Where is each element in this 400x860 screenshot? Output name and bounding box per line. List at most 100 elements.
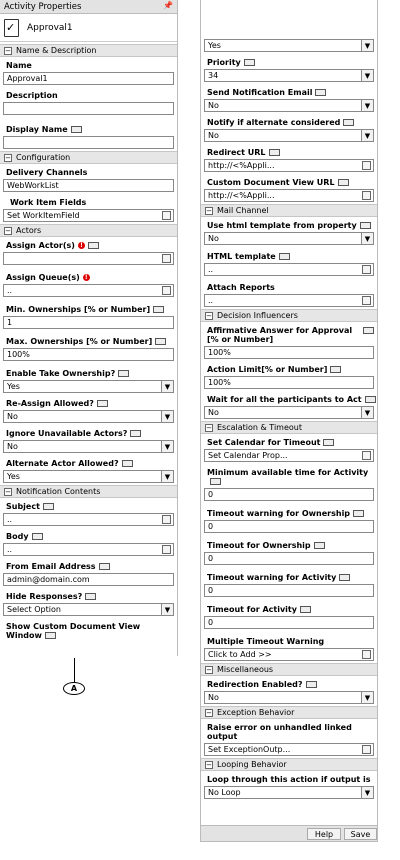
- ignore-unavailable-select[interactable]: No ▼: [3, 440, 174, 453]
- save-button[interactable]: Save: [344, 828, 377, 840]
- notify-alternate-label: Notify if alternate considered: [201, 114, 377, 128]
- collapse-icon[interactable]: −: [205, 708, 213, 717]
- section-looping-behavior[interactable]: − Looping Behavior: [201, 758, 377, 771]
- section-mail-channel[interactable]: − Mail Channel: [201, 204, 377, 217]
- section-exception-behavior[interactable]: − Exception Behavior: [201, 706, 377, 719]
- section-actors[interactable]: − Actors: [0, 224, 177, 237]
- chevron-down-icon[interactable]: ▼: [361, 233, 373, 244]
- picker-icon[interactable]: [362, 161, 371, 170]
- chevron-down-icon[interactable]: ▼: [361, 407, 373, 418]
- action-limit-input[interactable]: 100%: [204, 376, 374, 389]
- chevron-down-icon[interactable]: ▼: [361, 692, 373, 703]
- take-ownership-select[interactable]: Yes ▼: [3, 380, 174, 393]
- collapse-icon[interactable]: −: [205, 760, 213, 769]
- max-ownerships-label: Max. Ownerships [% or Number]: [0, 331, 177, 347]
- alternate-actor-select[interactable]: Yes ▼: [3, 470, 174, 483]
- textbox-icon: [363, 327, 374, 334]
- section-decision-influencers[interactable]: − Decision Influencers: [201, 309, 377, 322]
- hide-responses-select[interactable]: Select Option ▼: [3, 603, 174, 616]
- alternate-actor-label: Alternate Actor Allowed?: [0, 455, 177, 469]
- picker-icon[interactable]: [362, 650, 371, 659]
- send-notification-select[interactable]: No ▼: [204, 99, 374, 112]
- assign-actors-field[interactable]: [3, 252, 174, 265]
- description-input[interactable]: [3, 102, 174, 115]
- collapse-icon[interactable]: −: [4, 153, 12, 162]
- collapse-icon[interactable]: −: [205, 423, 213, 432]
- max-ownerships-input[interactable]: 100%: [3, 348, 174, 361]
- chevron-down-icon[interactable]: ▼: [161, 471, 173, 482]
- chevron-down-icon[interactable]: ▼: [361, 40, 373, 51]
- timeout-warning-activity-input[interactable]: 0: [204, 584, 374, 597]
- raise-error-field[interactable]: Set ExceptionOutp...: [204, 743, 374, 756]
- name-input[interactable]: Approval1: [3, 72, 174, 85]
- body-field[interactable]: ..: [3, 543, 174, 556]
- picker-icon[interactable]: [162, 211, 171, 220]
- pin-icon[interactable]: 📌: [163, 1, 173, 10]
- picker-icon[interactable]: [362, 296, 371, 305]
- assign-queues-field[interactable]: ..: [3, 284, 174, 297]
- picker-icon[interactable]: [362, 451, 371, 460]
- from-email-input[interactable]: admin@domain.com: [3, 573, 174, 586]
- html-template-property-select[interactable]: No ▼: [204, 232, 374, 245]
- chevron-down-icon[interactable]: ▼: [361, 787, 373, 798]
- subject-label: Subject: [0, 498, 177, 512]
- textbox-icon: [364, 396, 376, 403]
- priority-select[interactable]: 34 ▼: [204, 69, 374, 82]
- html-template-field[interactable]: ..: [204, 263, 374, 276]
- section-escalation-timeout[interactable]: − Escalation & Timeout: [201, 421, 377, 434]
- timeout-ownership-input[interactable]: 0: [204, 552, 374, 565]
- custom-document-url-field[interactable]: http://<%Appli...: [204, 189, 374, 202]
- loop-through-select[interactable]: No Loop ▼: [204, 786, 374, 799]
- collapse-icon[interactable]: −: [205, 311, 213, 320]
- set-calendar-field[interactable]: Set Calendar Prop...: [204, 449, 374, 462]
- display-name-input[interactable]: [3, 136, 174, 149]
- min-ownerships-input[interactable]: 1: [3, 316, 174, 329]
- redirect-url-field[interactable]: http://<%Appli...: [204, 159, 374, 172]
- affirmative-answer-input[interactable]: 100%: [204, 346, 374, 359]
- section-configuration[interactable]: − Configuration: [0, 151, 177, 164]
- collapse-icon[interactable]: −: [4, 487, 12, 496]
- picker-icon[interactable]: [162, 254, 171, 263]
- collapse-icon[interactable]: −: [205, 206, 213, 215]
- help-button[interactable]: Help: [307, 828, 341, 840]
- collapse-icon[interactable]: −: [205, 665, 213, 674]
- attach-reports-field[interactable]: ..: [204, 294, 374, 307]
- chevron-down-icon[interactable]: ▼: [161, 381, 173, 392]
- textbox-icon: [323, 439, 335, 446]
- chevron-down-icon[interactable]: ▼: [161, 441, 173, 452]
- picker-icon[interactable]: [162, 286, 171, 295]
- subject-field[interactable]: ..: [3, 513, 174, 526]
- continued-select[interactable]: Yes ▼: [204, 39, 374, 52]
- textbox-icon: [278, 253, 290, 260]
- section-name-description[interactable]: − Name & Description: [0, 44, 177, 57]
- chevron-down-icon[interactable]: ▼: [161, 604, 173, 615]
- collapse-icon[interactable]: −: [4, 226, 12, 235]
- multiple-timeout-field[interactable]: Click to Add >>: [204, 648, 374, 661]
- timeout-warning-ownership-input[interactable]: 0: [204, 520, 374, 533]
- section-notification-contents[interactable]: − Notification Contents: [0, 485, 177, 498]
- picker-icon[interactable]: [362, 191, 371, 200]
- chevron-down-icon[interactable]: ▼: [361, 70, 373, 81]
- timeout-activity-input[interactable]: 0: [204, 616, 374, 629]
- priority-label: Priority: [201, 54, 377, 68]
- chevron-down-icon[interactable]: ▼: [361, 100, 373, 111]
- textbox-icon: [118, 370, 130, 377]
- textbox-icon: [42, 503, 54, 510]
- min-available-time-input[interactable]: 0: [204, 488, 374, 501]
- wait-participants-select[interactable]: No ▼: [204, 406, 374, 419]
- display-name-label: Display Name: [0, 117, 177, 135]
- redirection-enabled-select[interactable]: No ▼: [204, 691, 374, 704]
- work-item-fields-field[interactable]: Set WorkItemField: [3, 209, 174, 222]
- notify-alternate-select[interactable]: No ▼: [204, 129, 374, 142]
- picker-icon[interactable]: [362, 265, 371, 274]
- chevron-down-icon[interactable]: ▼: [161, 411, 173, 422]
- from-email-label: From Email Address: [0, 558, 177, 572]
- picker-icon[interactable]: [362, 745, 371, 754]
- delivery-channels-field[interactable]: WebWorkList: [3, 179, 174, 192]
- chevron-down-icon[interactable]: ▼: [361, 130, 373, 141]
- collapse-icon[interactable]: −: [4, 46, 12, 55]
- reassign-select[interactable]: No ▼: [3, 410, 174, 423]
- section-miscellaneous[interactable]: − Miscellaneous: [201, 663, 377, 676]
- picker-icon[interactable]: [162, 515, 171, 524]
- picker-icon[interactable]: [162, 545, 171, 554]
